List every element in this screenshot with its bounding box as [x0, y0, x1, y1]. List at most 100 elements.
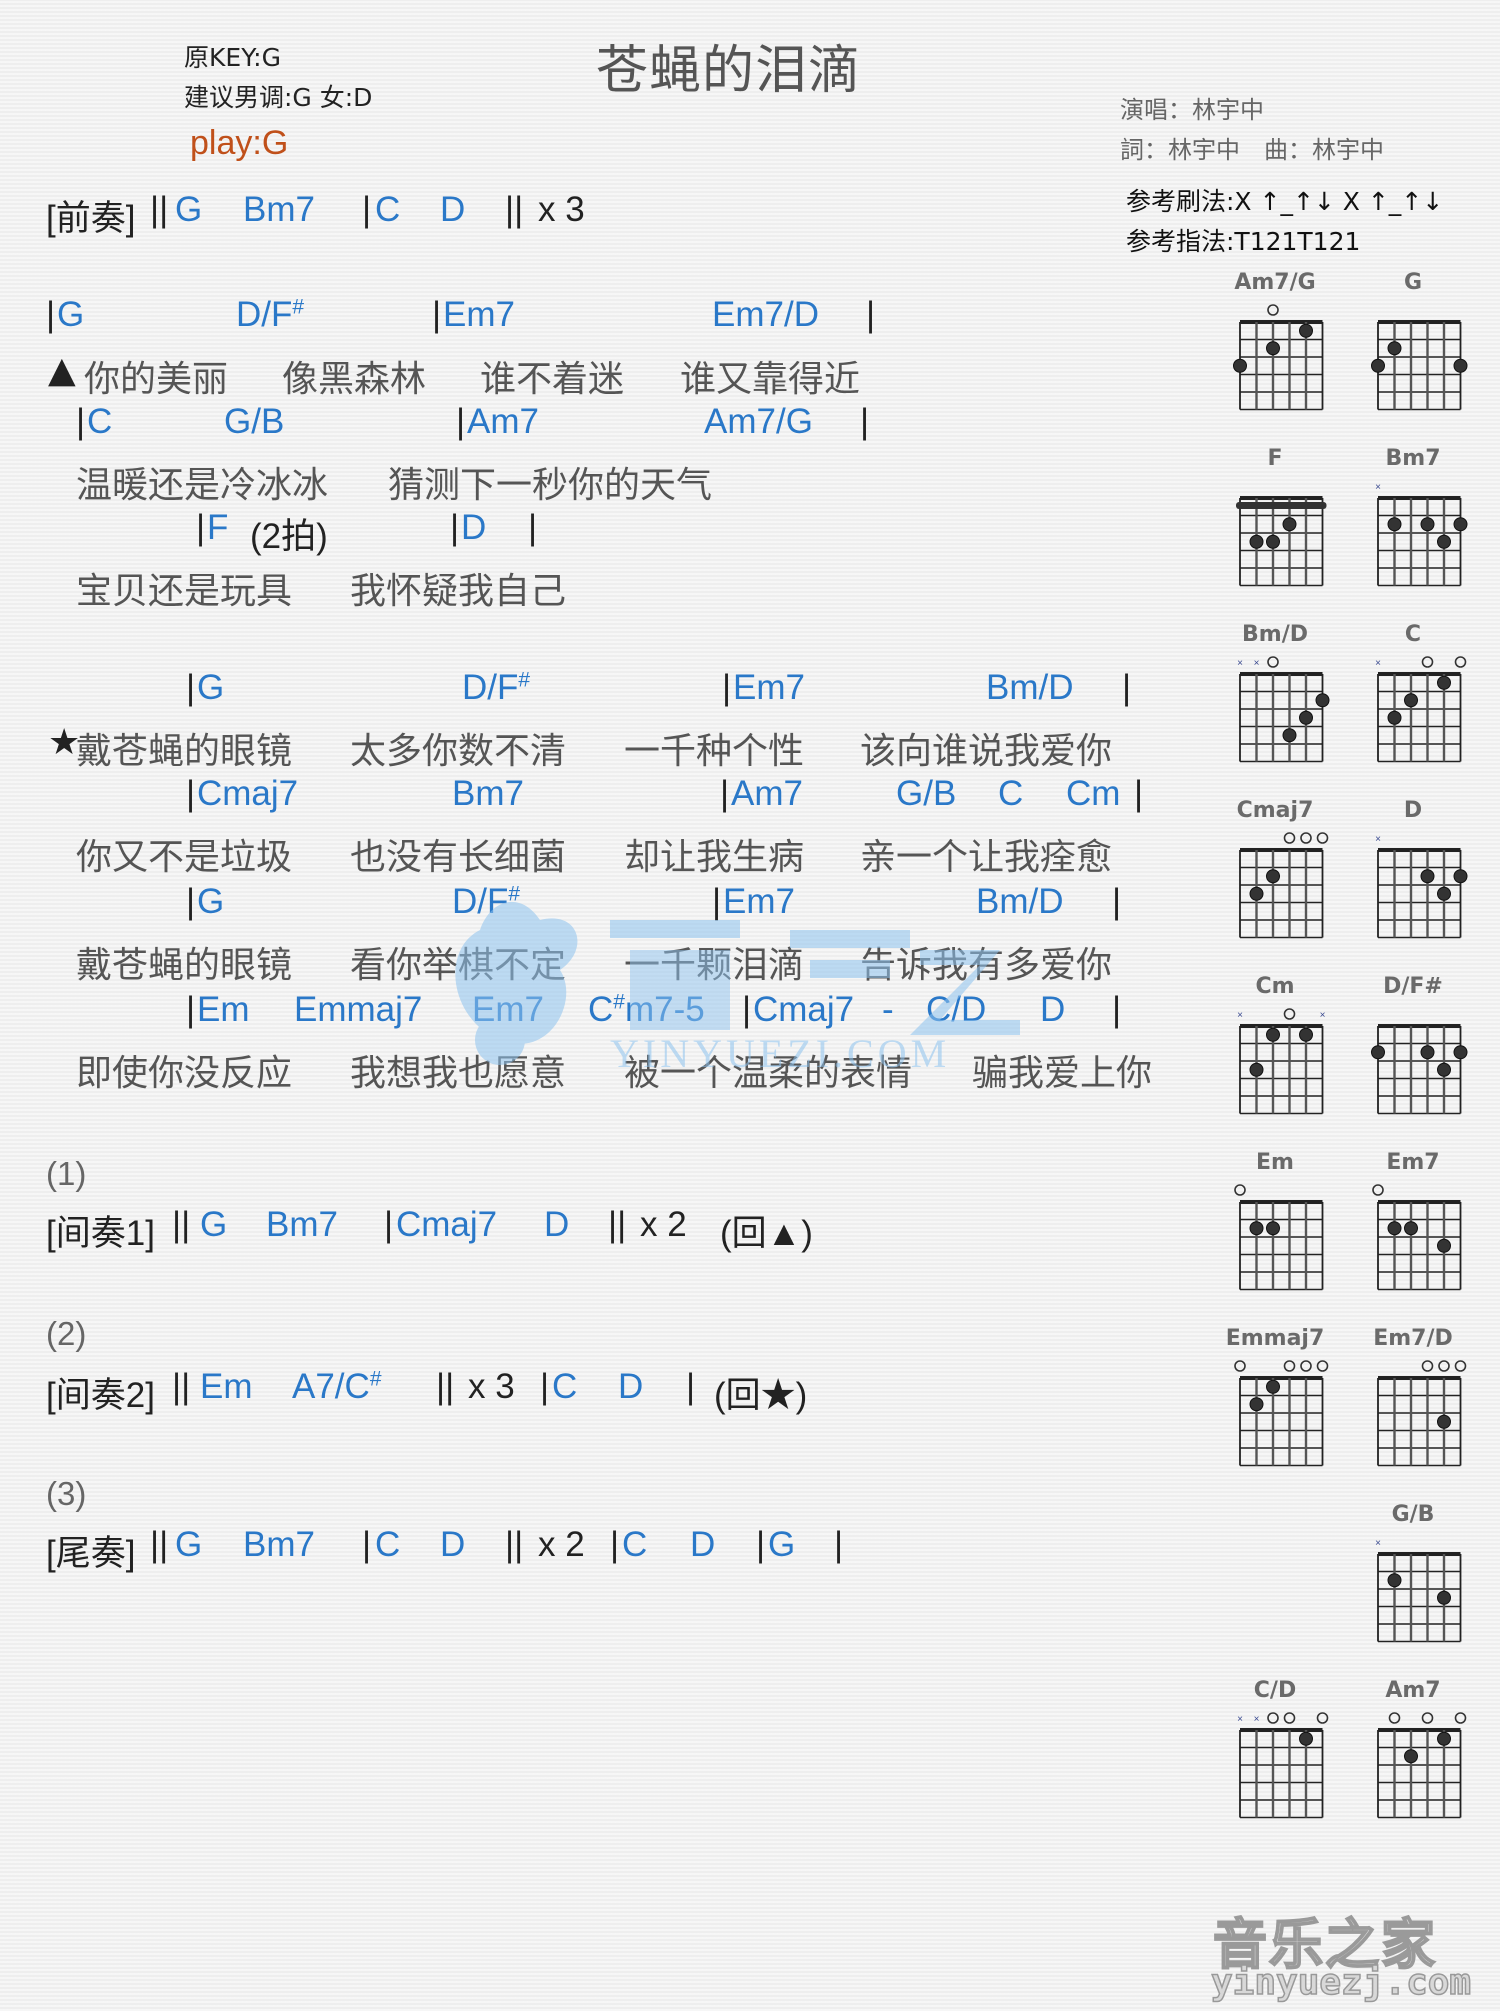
chord-name[interactable]: D	[440, 1525, 465, 1565]
chord-name[interactable]: D/F#	[236, 295, 304, 335]
chord-name[interactable]: D	[440, 190, 465, 230]
chord-diagram: Bm/D × ×	[1220, 622, 1330, 792]
chord-name[interactable]: Bm7	[452, 774, 524, 814]
chord-name[interactable]: Em7	[472, 990, 544, 1030]
lyric-phrase: 你的美丽	[84, 359, 229, 400]
footer-logo[interactable]: 音乐之家 yinyuezj.com	[1205, 1900, 1485, 2004]
footer-logo-url: yinyuezj.com	[1210, 1961, 1472, 2004]
chord-diagram: Bm7 ×	[1358, 446, 1468, 616]
chord-name[interactable]: Am7	[467, 402, 539, 442]
chord-name[interactable]: D	[1040, 990, 1065, 1030]
play-key: play:G	[190, 124, 289, 162]
chord-name[interactable]: D/F#	[452, 882, 520, 922]
chord-name[interactable]: Em7	[723, 882, 795, 922]
chord-diagram: D ×	[1358, 798, 1468, 968]
finger-dot	[1387, 517, 1402, 532]
chord-name[interactable]: Cmaj7	[396, 1205, 497, 1245]
lyric-phrase: 我怀疑我自己	[350, 571, 567, 612]
chord-name[interactable]: Cmaj7	[753, 990, 854, 1030]
lyric-phrase: 我想我也愿意	[350, 1053, 567, 1094]
chord-name[interactable]: G	[197, 882, 224, 922]
lyric-phrase: 太多你数不清	[350, 731, 567, 772]
chord-name[interactable]: Em	[200, 1367, 253, 1407]
open-string-icon	[1454, 1360, 1467, 1372]
chord-name[interactable]: Bm/D	[976, 882, 1064, 922]
chord-name[interactable]: D	[618, 1367, 643, 1407]
bar-line: ||	[505, 1525, 524, 1564]
chord-name[interactable]: Cm	[1066, 774, 1120, 814]
chord-name[interactable]: G	[768, 1525, 795, 1565]
lyric-phrase: 即使你没反应	[76, 1053, 293, 1094]
sharp-sign: #	[613, 990, 625, 1014]
repeat-count: x 3	[538, 190, 585, 229]
bar-line: |	[1112, 990, 1122, 1029]
chord-name[interactable]: Bm/D	[986, 668, 1074, 708]
finger-dot	[1266, 869, 1280, 884]
chord-name[interactable]: Am7/G	[704, 402, 813, 442]
chord-name[interactable]: G	[57, 295, 84, 335]
chord-name[interactable]: G/B	[224, 402, 284, 442]
chord-name[interactable]: C	[375, 190, 400, 230]
bar-line: |	[756, 1525, 766, 1564]
chord-name[interactable]: G	[200, 1205, 227, 1245]
chord-name[interactable]: Bm7	[243, 1525, 315, 1565]
bar-line: |	[834, 1525, 844, 1564]
chord-name[interactable]: D	[461, 508, 486, 548]
finger-dot	[1282, 517, 1297, 532]
section-number: (2)	[46, 1315, 87, 1352]
chord-name[interactable]: A7/C#	[292, 1367, 382, 1407]
chord-name[interactable]: C/D	[926, 990, 986, 1030]
open-string-icon	[1421, 1712, 1434, 1724]
chord-name[interactable]: Bm7	[266, 1205, 338, 1245]
chord-diagram: C ×	[1358, 622, 1468, 792]
finger-dot	[1233, 358, 1247, 373]
chord-name[interactable]: -	[882, 990, 894, 1030]
chord-diagram: Em7/D	[1358, 1326, 1468, 1496]
lyric-phrase: 也没有长细菌	[350, 837, 567, 878]
lyric-phrase: 一千颗泪滴	[624, 945, 805, 986]
chord-name[interactable]: C	[552, 1367, 577, 1407]
finger-dot	[1249, 534, 1264, 549]
chord-name[interactable]: Bm7	[243, 190, 315, 230]
chord-name[interactable]: C#m7-5	[588, 990, 705, 1030]
chord-name[interactable]: C	[622, 1525, 647, 1565]
chord-name[interactable]: Em	[197, 990, 250, 1030]
chord-diagram: Em7	[1358, 1150, 1468, 1320]
chord-name[interactable]: Emmaj7	[294, 990, 422, 1030]
fretboard-grid	[1371, 1024, 1468, 1115]
lyric-phrase: 你又不是垃圾	[76, 837, 293, 878]
open-string-icon	[1234, 1184, 1246, 1196]
chord-name[interactable]: D/F#	[462, 668, 530, 708]
fretboard-grid	[1377, 1360, 1467, 1467]
finger-dot	[1371, 358, 1385, 373]
chord-name[interactable]: C	[87, 402, 112, 442]
chord-name[interactable]: F	[207, 508, 228, 548]
chord-name[interactable]: C	[998, 774, 1023, 814]
muted-string-icon: ×	[1237, 658, 1243, 669]
writer-credit: 詞：林宇中 曲：林宇中	[1120, 136, 1384, 164]
chord-name[interactable]: C	[375, 1525, 400, 1565]
bar-line: |	[722, 668, 732, 707]
finger-dot	[1387, 1573, 1402, 1588]
finger-dot	[1437, 1062, 1451, 1077]
chord-name[interactable]: Am7	[731, 774, 803, 814]
chord-name[interactable]: Cmaj7	[197, 774, 298, 814]
chord-row: | Cmaj7 Bm7 | Am7 G/B C Cm |	[0, 774, 1150, 824]
fretboard-grid	[1372, 1184, 1462, 1291]
chord-row: | G D/F# | Em7 Bm/D |	[0, 882, 1150, 932]
barre-bar	[1236, 502, 1327, 509]
bar-line: |	[362, 190, 372, 229]
chord-name[interactable]: G	[175, 1525, 202, 1565]
chord-name[interactable]: G/B	[896, 774, 956, 814]
chord-name[interactable]: Em7/D	[712, 295, 819, 335]
chord-name[interactable]: G	[197, 668, 224, 708]
chord-name[interactable]: Em7	[733, 668, 805, 708]
chord-name[interactable]: G	[175, 190, 202, 230]
chord-name[interactable]: D	[690, 1525, 715, 1565]
muted-string-icon: ×	[1320, 1010, 1326, 1021]
progression-line: [间奏1] || G Bm7 | Cmaj7 D || x 2 (回▲)	[0, 1205, 1100, 1255]
bar-line: |	[720, 774, 730, 813]
chord-name[interactable]: Em7	[443, 295, 515, 335]
lyric-phrase: 戴苍蝇的眼镜	[76, 945, 293, 986]
chord-name[interactable]: D	[544, 1205, 569, 1245]
